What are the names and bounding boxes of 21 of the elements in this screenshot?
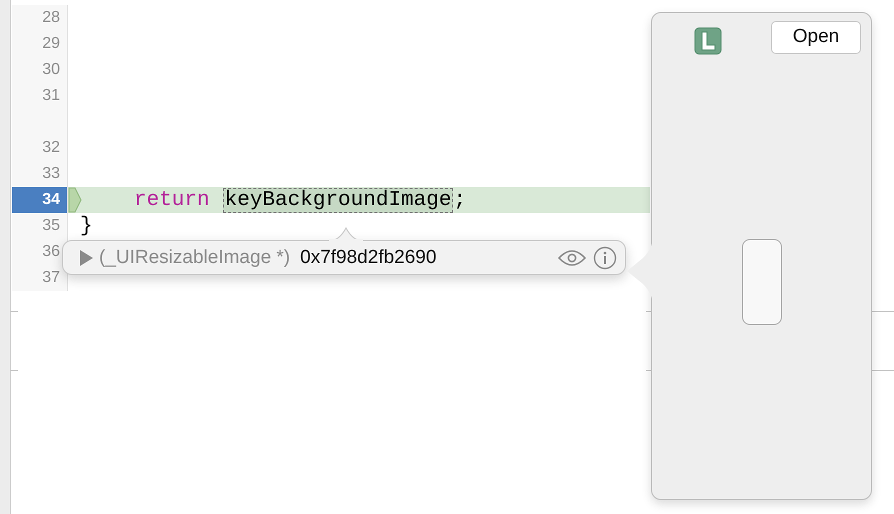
line-number: 32 <box>12 135 68 161</box>
line-number: 30 <box>12 57 68 83</box>
line-number: 29 <box>12 31 68 57</box>
code-text: ; <box>453 188 466 212</box>
variable-name: keyBackgroundImage <box>222 188 454 212</box>
disclosure-triangle-icon[interactable] <box>79 250 93 266</box>
line-number: 35 <box>12 213 68 239</box>
code-text: } <box>80 214 93 238</box>
variable-type: (_UIResizableImage *) <box>99 246 290 268</box>
line-number: 34 <box>12 187 68 213</box>
keyword: return <box>134 188 210 212</box>
variable-value: 0x7f98d2fb2690 <box>300 246 436 268</box>
instruction-pointer-icon <box>68 187 82 213</box>
open-button[interactable]: Open <box>771 20 861 54</box>
line-number: 28 <box>12 5 68 31</box>
letter-icon <box>694 27 722 55</box>
info-icon[interactable] <box>593 246 617 270</box>
eye-icon[interactable] <box>557 248 587 268</box>
line-number: 33 <box>12 161 68 187</box>
line-number: 31 <box>12 83 68 135</box>
line-number: 37 <box>12 265 68 291</box>
